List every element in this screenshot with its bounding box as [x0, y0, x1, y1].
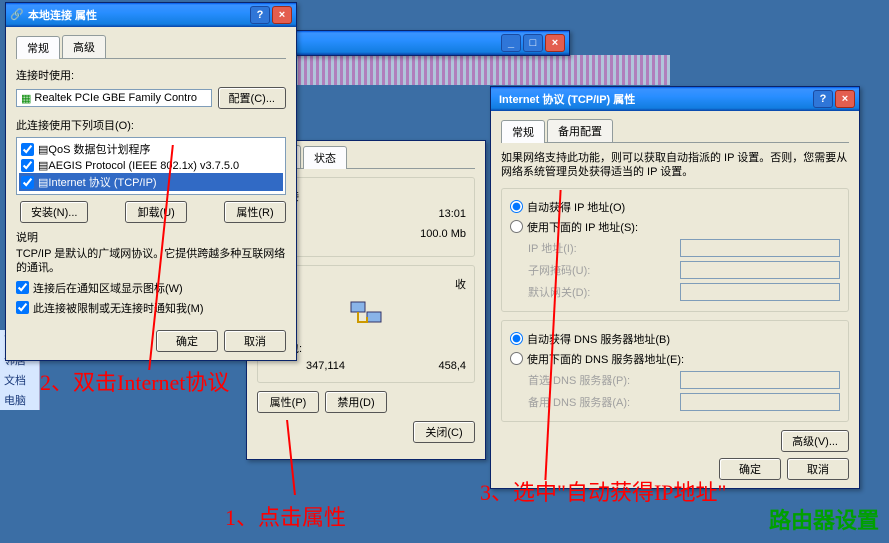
cancel-button[interactable]: 取消 — [787, 458, 849, 480]
help-button[interactable]: ? — [250, 6, 270, 24]
advanced-button[interactable]: 高级(V)... — [781, 430, 849, 452]
manual-dns-radio[interactable] — [510, 352, 523, 365]
install-button[interactable]: 安装(N)... — [20, 201, 88, 223]
lan-properties-dialog: 🔗 本地连接 属性 ? × 常规 高级 连接时使用: ▦ Realtek PCI… — [5, 2, 297, 361]
lan-title: 本地连接 属性 — [24, 7, 248, 23]
adapter-field: ▦ Realtek PCIe GBE Family Contro — [16, 89, 212, 107]
tab-status[interactable]: 状态 — [303, 146, 347, 169]
item-label[interactable]: Internet 协议 (TCP/IP) — [48, 174, 156, 190]
list-item: ▤ AEGIS Protocol (IEEE 802.1x) v3.7.5.0 — [19, 158, 283, 173]
packets-recv: 458,4 — [438, 360, 466, 372]
ok-button[interactable]: 确定 — [719, 458, 781, 480]
notify-icon-label: 连接后在通知区域显示图标(W) — [33, 280, 183, 296]
tcpip-titlebar[interactable]: Internet 协议 (TCP/IP) 属性 ? × — [491, 87, 859, 111]
tab-advanced[interactable]: 高级 — [62, 35, 106, 58]
gateway-label: 默认网关(D): — [510, 284, 590, 300]
protocol-icon: ▤ — [38, 176, 48, 189]
lan-titlebar[interactable]: 🔗 本地连接 属性 ? × — [6, 3, 296, 27]
configure-button[interactable]: 配置(C)... — [218, 87, 286, 109]
tcpip-tabs: 常规 备用配置 — [501, 119, 849, 143]
description-text: TCP/IP 是默认的广域网协议。它提供跨越多种互联网络的通讯。 — [16, 247, 286, 276]
annotation-1: 1、点击属性 — [225, 500, 346, 532]
annotation-3: 3、选中"自动获得IP地址" — [480, 475, 727, 507]
close-button[interactable]: × — [272, 6, 292, 24]
auto-ip-radio[interactable] — [510, 200, 523, 213]
status-properties-button[interactable]: 属性(P) — [257, 391, 319, 413]
auto-dns-radio[interactable] — [510, 332, 523, 345]
notify-icon-checkbox[interactable] — [16, 281, 29, 294]
status-disable-button[interactable]: 禁用(D) — [325, 391, 387, 413]
item-label[interactable]: QoS 数据包计划程序 — [48, 141, 150, 157]
description-heading: 说明 — [16, 229, 286, 245]
sidebar-label[interactable]: 文档 — [0, 370, 39, 390]
notify-limited-checkbox[interactable] — [16, 301, 29, 314]
time-value: 13:01 — [438, 208, 466, 224]
sidebar-label[interactable]: 电脑 — [0, 390, 39, 410]
minimize-button[interactable]: _ — [501, 34, 521, 52]
dns2-field — [680, 393, 840, 411]
gateway-field — [680, 283, 840, 301]
tab-general[interactable]: 常规 — [16, 36, 60, 59]
manual-ip-radio[interactable] — [510, 220, 523, 233]
subnet-label: 子网掩码(U): — [510, 262, 590, 278]
close-button[interactable]: × — [835, 90, 855, 108]
network-icon: 🔗 — [10, 8, 24, 22]
tcpip-intro-text: 如果网络支持此功能，则可以获取自动指派的 IP 设置。否则，您需要从网络系统管理… — [501, 151, 849, 180]
cancel-button[interactable]: 取消 — [224, 330, 286, 352]
items-label: 此连接使用下列项目(O): — [16, 117, 286, 133]
packets-sent: 347,114 — [266, 360, 345, 372]
item-label[interactable]: AEGIS Protocol (IEEE 802.1x) v3.7.5.0 — [48, 160, 239, 172]
ip-address-field — [680, 239, 840, 257]
connect-using-label: 连接时使用: — [16, 67, 286, 83]
maximize-button[interactable]: □ — [523, 34, 543, 52]
adapter-icon: ▦ — [21, 92, 31, 105]
dns1-label: 首选 DNS 服务器(P): — [510, 372, 630, 388]
tab-alternate[interactable]: 备用配置 — [547, 119, 613, 142]
dns2-label: 备用 DNS 服务器(A): — [510, 394, 630, 410]
close-button[interactable]: × — [545, 34, 565, 52]
tcpip-properties-dialog: Internet 协议 (TCP/IP) 属性 ? × 常规 备用配置 如果网络… — [490, 86, 860, 489]
tcpip-title: Internet 协议 (TCP/IP) 属性 — [495, 91, 811, 107]
auto-ip-label: 自动获得 IP 地址(O) — [527, 199, 625, 215]
status-close-button[interactable]: 关闭(C) — [413, 421, 475, 443]
lan-tabs: 常规 高级 — [16, 35, 286, 59]
watermark-text: 路由器设置 — [769, 503, 879, 535]
subnet-field — [680, 261, 840, 279]
item-checkbox[interactable] — [21, 176, 34, 189]
list-item-tcpip: ▤ Internet 协议 (TCP/IP) — [19, 173, 283, 191]
ok-button[interactable]: 确定 — [156, 330, 218, 352]
uninstall-button[interactable]: 卸载(U) — [125, 201, 187, 223]
help-button[interactable]: ? — [813, 90, 833, 108]
speed-value: 100.0 Mb — [420, 228, 466, 240]
item-checkbox[interactable] — [21, 159, 34, 172]
components-listbox[interactable]: ▤ QoS 数据包计划程序 ▤ AEGIS Protocol (IEEE 802… — [16, 137, 286, 195]
list-item: ▤ QoS 数据包计划程序 — [19, 140, 283, 158]
component-properties-button[interactable]: 属性(R) — [224, 201, 286, 223]
dns1-field — [680, 371, 840, 389]
ip-address-label: IP 地址(I): — [510, 240, 577, 256]
notify-limited-label: 此连接被限制或无连接时通知我(M) — [33, 300, 204, 316]
item-checkbox[interactable] — [21, 143, 34, 156]
auto-dns-label: 自动获得 DNS 服务器地址(B) — [527, 331, 670, 347]
protocol-icon: ▤ — [38, 159, 48, 172]
protocol-icon: ▤ — [38, 143, 48, 156]
recv-label: 收 — [455, 276, 466, 292]
annotation-2: 2、双击Internet协议 — [40, 365, 229, 397]
manual-ip-label: 使用下面的 IP 地址(S): — [527, 219, 638, 235]
adapter-name: Realtek PCIe GBE Family Contro — [34, 92, 197, 104]
tab-general[interactable]: 常规 — [501, 120, 545, 143]
